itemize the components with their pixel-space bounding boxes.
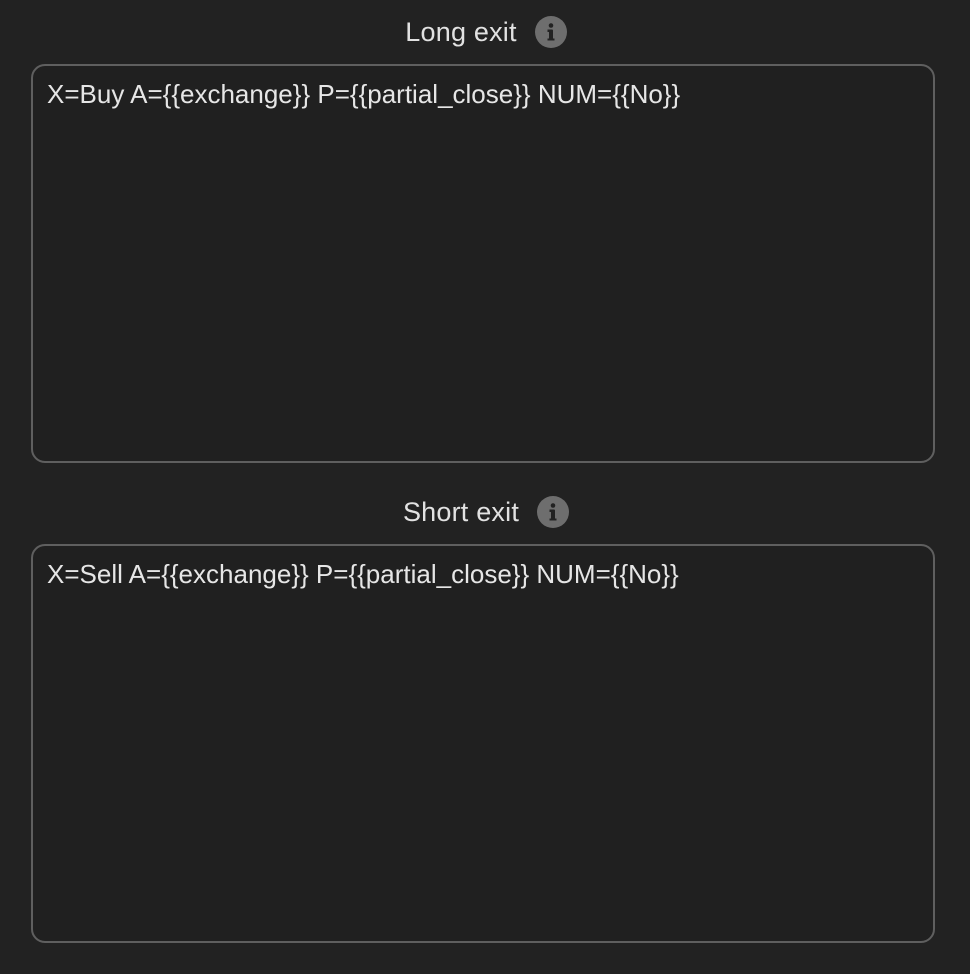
long-exit-section: Long exit X=Buy A={{exchange}} P={{parti… [31,0,935,463]
long-exit-label: Long exit [405,16,517,47]
long-exit-label-row: Long exit [31,0,935,64]
long-exit-textarea[interactable]: X=Buy A={{exchange}} P={{partial_close}}… [31,64,935,463]
short-exit-section: Short exit X=Sell A={{exchange}} P={{par… [31,480,935,943]
info-icon[interactable] [534,16,567,48]
short-exit-label: Short exit [402,496,520,527]
info-icon[interactable] [537,496,570,528]
short-exit-label-row: Short exit [31,480,935,544]
short-exit-textarea[interactable]: X=Sell A={{exchange}} P={{partial_close}… [31,544,935,943]
